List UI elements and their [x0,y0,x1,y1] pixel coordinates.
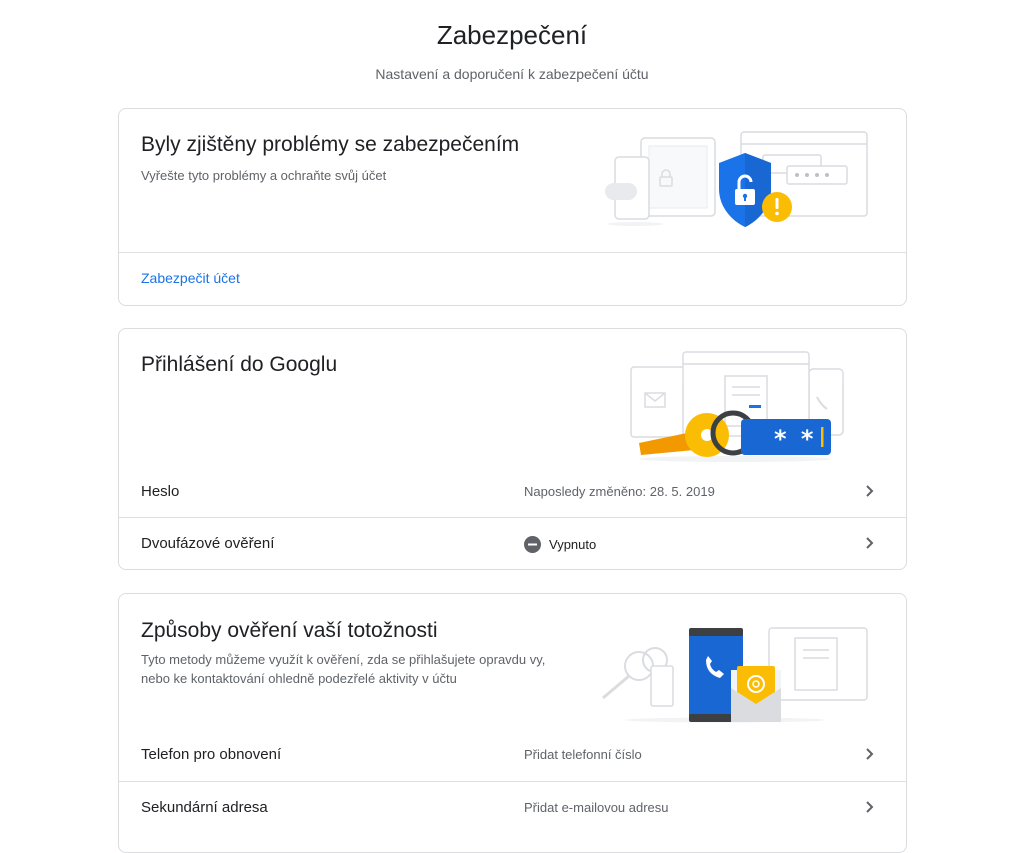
identity-verification-title: Způsoby ověření vaší totožnosti [141,619,438,642]
security-issues-description: Vyřešte tyto problémy a ochraňte svůj úč… [141,168,387,183]
password-last-changed-text: Naposledy změněno: 28. 5. 2019 [524,484,715,499]
secure-account-link[interactable]: Zabezpečit účet [141,270,240,286]
security-issues-title: Byly zjištěny problémy se zabezpečením [141,133,520,156]
identity-verification-card: Způsoby ověření vaší totožnosti Tyto met… [118,593,907,853]
two-step-verification-label: Dvoufázové ověření [141,535,275,552]
signin-card: Přihlášení do Googlu * * Heslo Naposledy… [118,328,907,570]
recovery-email-label: Sekundární adresa [141,799,268,816]
chevron-right-icon [866,801,874,813]
identity-verification-description-line-1: Tyto metody můžeme využít k ověření, zda… [141,652,546,667]
recovery-email-row[interactable]: Sekundární adresa Přidat e-mailovou adre… [119,782,906,834]
security-issues-illustration [605,131,868,227]
two-step-verification-status-text: Vypnuto [549,537,597,552]
signin-title: Přihlášení do Googlu [141,353,338,376]
page-title: Zabezpečení [436,20,588,50]
signin-password-field: * * [774,425,817,453]
two-step-verification-status: Vypnuto [524,536,596,553]
two-step-verification-row[interactable]: Dvoufázové ověření Vypnuto [119,518,906,569]
chevron-right-icon [866,748,874,760]
password-last-changed: Naposledy změněno: 28. 5. 2019 [524,484,715,499]
recovery-phone-row[interactable]: Telefon pro obnovení Přidat telefonní čí… [119,729,906,781]
recovery-phone-value: Přidat telefonní číslo [524,747,642,762]
chevron-right-icon [866,537,874,549]
identity-verification-description-line-2: nebo ke kontaktování ohledně podezřelé a… [141,671,457,686]
security-issues-card: Byly zjištěny problémy se zabezpečením V… [118,108,907,306]
identity-verification-illustration [602,627,868,723]
recovery-phone-label: Telefon pro obnovení [141,746,282,763]
password-row[interactable]: Heslo Naposledy změněno: 28. 5. 2019 [119,466,906,518]
password-row-label: Heslo [141,483,180,500]
page-subtitle: Nastavení a doporučení k zabezpečení účt… [375,66,649,82]
card-divider [119,252,906,253]
recovery-email-value: Přidat e-mailovou adresu [524,800,669,815]
minus-circle-icon [524,536,541,553]
chevron-right-icon [866,485,874,497]
signin-illustration [630,351,844,462]
